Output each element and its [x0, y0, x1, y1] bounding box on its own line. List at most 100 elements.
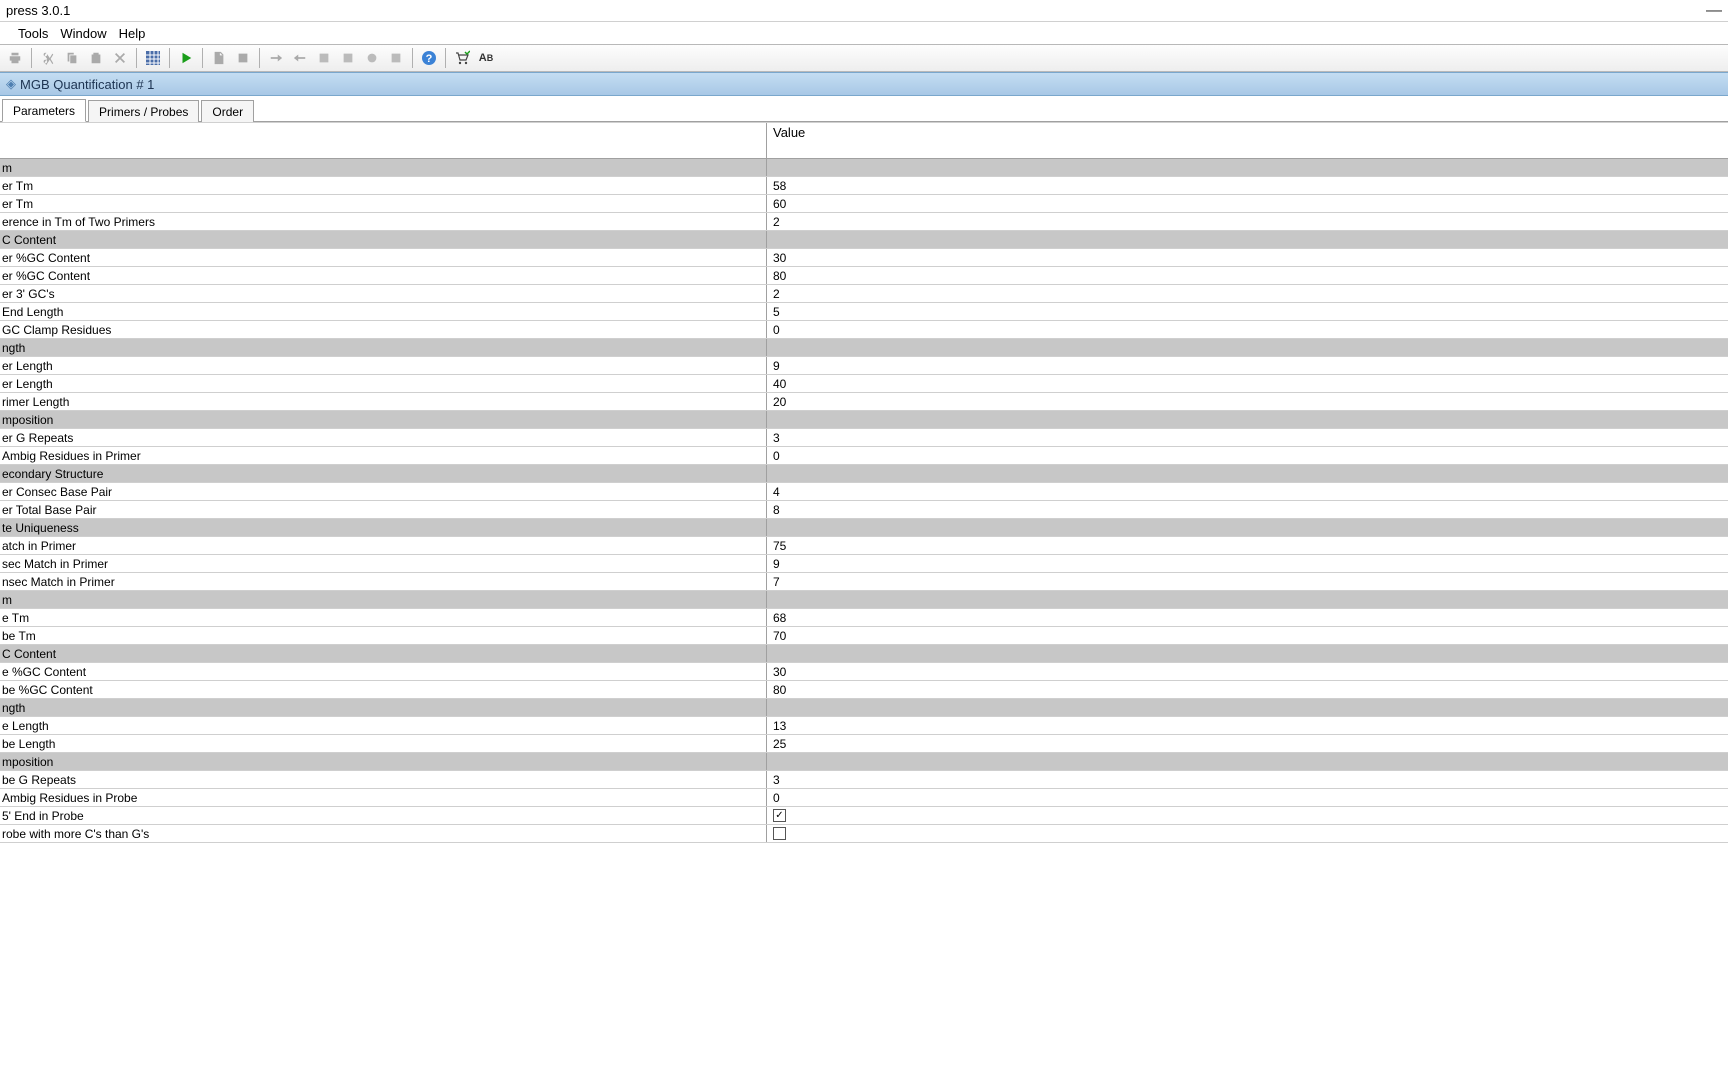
copy-icon[interactable]: [61, 47, 83, 69]
parameter-row: sec Match in Primer9: [0, 555, 1728, 573]
toolbar-separator: [445, 48, 446, 68]
parameter-row: 5' End in Probe✓: [0, 807, 1728, 825]
arrow-right-icon[interactable]: [265, 47, 287, 69]
parameter-value: [767, 519, 1728, 536]
parameter-value[interactable]: 68: [767, 609, 1728, 626]
parameter-value[interactable]: 80: [767, 681, 1728, 698]
menu-bar: Tools Window Help: [0, 22, 1728, 44]
menu-item-window[interactable]: Window: [60, 26, 106, 41]
parameter-value[interactable]: 2: [767, 285, 1728, 302]
parameter-value[interactable]: 4: [767, 483, 1728, 500]
parameter-value[interactable]: 3: [767, 429, 1728, 446]
parameter-value[interactable]: 70: [767, 627, 1728, 644]
parameter-row: Ambig Residues in Probe0: [0, 789, 1728, 807]
parameter-value[interactable]: [767, 825, 1728, 842]
parameter-value: [767, 591, 1728, 608]
parameter-label: te Uniqueness: [0, 519, 767, 536]
checkbox[interactable]: ✓: [773, 809, 786, 822]
document-title: MGB Quantification # 1: [20, 77, 154, 92]
parameter-value: [767, 753, 1728, 770]
parameter-row: er %GC Content30: [0, 249, 1728, 267]
grid-icon[interactable]: [142, 47, 164, 69]
parameter-label: be Length: [0, 735, 767, 752]
parameter-label: C Content: [0, 645, 767, 662]
print-icon[interactable]: [4, 47, 26, 69]
section-row: C Content: [0, 645, 1728, 663]
parameter-value[interactable]: 0: [767, 789, 1728, 806]
parameter-value[interactable]: 8: [767, 501, 1728, 518]
parameter-value[interactable]: 40: [767, 375, 1728, 392]
parameter-value[interactable]: 7: [767, 573, 1728, 590]
parameter-value[interactable]: 30: [767, 249, 1728, 266]
parameter-value[interactable]: 75: [767, 537, 1728, 554]
parameter-row: rimer Length20: [0, 393, 1728, 411]
section-row: mposition: [0, 753, 1728, 771]
parameter-value: [767, 159, 1728, 176]
tab-order[interactable]: Order: [201, 100, 254, 122]
parameter-value[interactable]: 80: [767, 267, 1728, 284]
parameter-value[interactable]: 9: [767, 357, 1728, 374]
arrow-left-icon[interactable]: [289, 47, 311, 69]
tool-text-icon[interactable]: [385, 47, 407, 69]
ab-icon[interactable]: AB: [475, 47, 497, 69]
parameter-row: e Length13: [0, 717, 1728, 735]
tool-j-icon[interactable]: [337, 47, 359, 69]
parameter-label: er Tm: [0, 195, 767, 212]
menu-item-tools[interactable]: Tools: [18, 26, 48, 41]
parameter-row: er %GC Content80: [0, 267, 1728, 285]
parameter-value[interactable]: 3: [767, 771, 1728, 788]
stop-icon[interactable]: [232, 47, 254, 69]
help-icon[interactable]: ?: [418, 47, 440, 69]
parameter-row: er Consec Base Pair4: [0, 483, 1728, 501]
parameter-value: [767, 411, 1728, 428]
parameter-label: er Consec Base Pair: [0, 483, 767, 500]
menu-item-help[interactable]: Help: [119, 26, 146, 41]
section-row: ngth: [0, 339, 1728, 357]
parameter-value[interactable]: 2: [767, 213, 1728, 230]
parameter-value[interactable]: 58: [767, 177, 1728, 194]
parameter-value: [767, 699, 1728, 716]
parameter-label: e Tm: [0, 609, 767, 626]
parameter-value[interactable]: ✓: [767, 807, 1728, 824]
checkbox[interactable]: [773, 827, 786, 840]
parameter-row: e Tm68: [0, 609, 1728, 627]
parameter-value[interactable]: 20: [767, 393, 1728, 410]
tab-parameters[interactable]: Parameters: [2, 99, 86, 122]
parameter-value[interactable]: 9: [767, 555, 1728, 572]
parameter-value: [767, 465, 1728, 482]
parameter-value[interactable]: 60: [767, 195, 1728, 212]
tool-gear-icon[interactable]: [361, 47, 383, 69]
delete-icon[interactable]: [109, 47, 131, 69]
document-header: ◈ MGB Quantification # 1: [0, 72, 1728, 96]
parameter-value[interactable]: 13: [767, 717, 1728, 734]
parameter-value[interactable]: 5: [767, 303, 1728, 320]
parameter-label: econdary Structure: [0, 465, 767, 482]
section-row: C Content: [0, 231, 1728, 249]
parameter-row: atch in Primer75: [0, 537, 1728, 555]
parameter-row: Ambig Residues in Primer0: [0, 447, 1728, 465]
cart-icon[interactable]: [451, 47, 473, 69]
tool-square-icon[interactable]: [313, 47, 335, 69]
toolbar-separator: [202, 48, 203, 68]
parameter-label: e %GC Content: [0, 663, 767, 680]
run-icon[interactable]: [175, 47, 197, 69]
parameter-row: er Length9: [0, 357, 1728, 375]
parameter-value[interactable]: 0: [767, 321, 1728, 338]
parameter-value[interactable]: 25: [767, 735, 1728, 752]
parameter-value[interactable]: 30: [767, 663, 1728, 680]
paste-icon[interactable]: [85, 47, 107, 69]
parameter-label: er 3' GC's: [0, 285, 767, 302]
toolbar: ? AB: [0, 44, 1728, 72]
section-row: m: [0, 159, 1728, 177]
column-header-name: [0, 123, 767, 158]
table-header-row: Value: [0, 123, 1728, 159]
document-icon[interactable]: [208, 47, 230, 69]
parameter-label: er Tm: [0, 177, 767, 194]
parameter-row: End Length5: [0, 303, 1728, 321]
tab-primers-probes[interactable]: Primers / Probes: [88, 100, 199, 122]
parameter-value[interactable]: 0: [767, 447, 1728, 464]
cut-icon[interactable]: [37, 47, 59, 69]
parameter-label: End Length: [0, 303, 767, 320]
parameter-label: er %GC Content: [0, 249, 767, 266]
minimize-icon[interactable]: —: [1706, 2, 1722, 20]
